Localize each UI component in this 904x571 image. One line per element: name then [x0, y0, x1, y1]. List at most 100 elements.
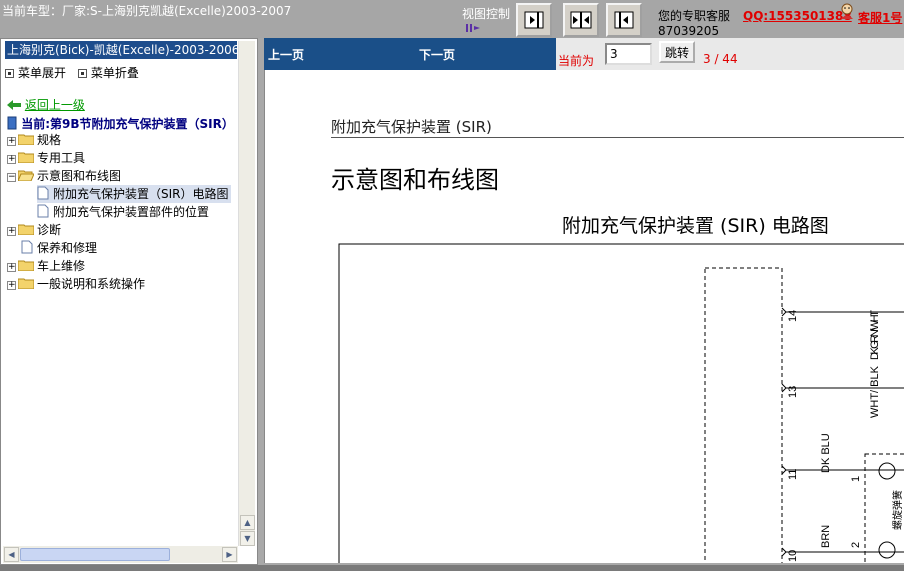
page-count: 3 / 44 [703, 52, 738, 66]
status-strip [0, 565, 904, 571]
wire-color-label: WHT/ BLK [869, 365, 881, 418]
tree-item-label: 保养和修理 [37, 241, 98, 255]
square-icon [5, 69, 14, 78]
tree-item-label: 附加充气保护装置部件的位置 [53, 205, 210, 219]
scroll-left-icon[interactable]: ◀ [4, 547, 19, 562]
clock-spring-pin: 2 [850, 542, 862, 548]
current-page-label: 当前为 [558, 54, 595, 68]
current-section-label: 当前:第9B节附加充气保护装置（SIR） [21, 117, 234, 131]
expand-plus-icon[interactable]: + [7, 137, 16, 146]
wire-color-label: DK GRN/ WHT [869, 310, 881, 360]
tree-item-label: 诊断 [37, 223, 62, 237]
tree-item-maintenance[interactable]: 保养和修理 [21, 239, 97, 257]
customer-service-icon [841, 3, 853, 19]
arrow-right-bar-icon [524, 11, 544, 29]
view-control-label: 视图控制 [462, 7, 511, 21]
view-control-icon [466, 24, 480, 32]
next-page-link[interactable]: 下一页 [419, 46, 455, 63]
vertical-scrollbar[interactable]: ▲ ▼ [238, 41, 255, 546]
wire-color-label: BRN [820, 525, 832, 548]
sidebar: 上海别克(Bick)-凯越(Excelle)-2003-2006年 菜单展开 菜… [0, 38, 258, 565]
tree-item-label: 一般说明和系统操作 [37, 277, 146, 291]
folder-icon [18, 152, 34, 163]
tree-item-label: 附加充气保护装置（SIR）电路图 [53, 187, 229, 201]
menu-expand-button[interactable]: 菜单展开 [5, 66, 66, 80]
coil-symbol [878, 462, 896, 480]
scroll-down-icon[interactable]: ▼ [240, 531, 255, 546]
book-icon [7, 116, 17, 130]
page-number-input[interactable] [605, 43, 652, 65]
tree-item-sir-locations[interactable]: 附加充气保护装置部件的位置 [37, 203, 209, 221]
document-icon [37, 204, 49, 218]
split-view-button[interactable] [563, 3, 599, 37]
tree-item-on-vehicle[interactable]: + 车上维修 [7, 257, 85, 275]
expand-left-panel-button[interactable] [606, 3, 642, 37]
document-icon [37, 186, 49, 200]
expand-plus-icon[interactable]: + [7, 155, 16, 164]
arrow-left-bar-icon [614, 11, 634, 29]
top-bar: 当前车型：厂家:S-上海别克凯越(Excelle)2003-2007 视图控制 … [0, 0, 904, 38]
tree-item-general[interactable]: + 一般说明和系统操作 [7, 275, 145, 293]
clock-spring-label: 螺旋弹簧 [891, 490, 904, 530]
tree-item-label: 示意图和布线图 [37, 169, 122, 183]
expand-plus-icon[interactable]: + [7, 281, 16, 290]
expand-right-panel-button[interactable] [516, 3, 552, 37]
service-phone: 87039205 [658, 24, 720, 38]
folder-icon [18, 260, 34, 271]
folder-icon [18, 224, 34, 235]
prev-page-link[interactable]: 上一页 [268, 46, 304, 63]
tree-item-label: 专用工具 [37, 151, 86, 165]
expand-plus-icon[interactable]: + [7, 263, 16, 272]
tree-item-diagnosis[interactable]: + 诊断 [7, 221, 61, 239]
tree-item-label: 车上维修 [37, 259, 86, 273]
service-info: 您的专职客服 87039205 [658, 9, 730, 39]
clock-spring-pin: 1 [850, 476, 862, 482]
diagram-frame [338, 243, 904, 563]
horizontal-scrollbar[interactable]: ◀ ▶ [3, 546, 238, 563]
coil-symbol [878, 541, 896, 559]
terminal-fork [781, 465, 787, 475]
jump-button[interactable]: 跳转 [659, 41, 695, 63]
menu-collapse-button[interactable]: 菜单折叠 [77, 66, 139, 80]
pin-number: 10 [787, 550, 799, 562]
tree-item-label: 规格 [37, 133, 62, 147]
wire-color-label: DK BLU [820, 433, 832, 473]
tree-item-specs[interactable]: + 规格 [7, 131, 61, 149]
sir-circuit-diagram: 14 13 11 10 DK GRN/ WHT WHT/ BLK DK BLU … [338, 243, 904, 563]
back-link-label: 返回上一级 [24, 98, 85, 112]
pin-number: 14 [787, 310, 799, 322]
menu-collapse-label: 菜单折叠 [90, 66, 139, 80]
page-heading: 示意图和布线图 [331, 166, 499, 194]
folder-icon [18, 134, 34, 145]
customer-service-link[interactable]: 客服1号 [858, 9, 902, 26]
menu-expand-label: 菜单展开 [18, 66, 67, 80]
collapse-minus-icon[interactable]: − [7, 173, 16, 182]
scroll-thumb[interactable] [20, 548, 170, 561]
scroll-up-icon[interactable]: ▲ [240, 515, 255, 530]
tree-item-diagrams[interactable]: − 示意图和布线图 [7, 167, 121, 185]
expand-plus-icon[interactable]: + [7, 227, 16, 236]
split-arrows-icon [570, 11, 592, 29]
terminal-fork [781, 307, 787, 317]
tree-item-special-tools[interactable]: + 专用工具 [7, 149, 85, 167]
menu-controls: 菜单展开 菜单折叠 [5, 64, 147, 81]
current-section: 当前:第9B节附加充气保护装置（SIR） [7, 115, 234, 132]
qq-link[interactable]: QQ:1553501388 [743, 9, 852, 23]
document-viewer: 附加充气保护装置 (SIR) 示意图和布线图 附加充气保护装置 (SIR) 电路… [264, 70, 904, 563]
folder-open-icon [18, 170, 34, 181]
back-link[interactable]: 返回上一级 [7, 96, 85, 113]
tree-item-sir-circuit[interactable]: 附加充气保护装置（SIR）电路图 [37, 185, 231, 203]
pin-number: 13 [787, 386, 799, 398]
document-icon [21, 240, 33, 254]
terminal-fork [781, 383, 787, 393]
section-title: 附加充气保护装置 (SIR) [331, 118, 492, 136]
square-icon [77, 69, 87, 78]
folder-icon [18, 278, 34, 289]
pin-number: 11 [787, 469, 799, 480]
connector-box [704, 267, 783, 563]
scroll-right-icon[interactable]: ▶ [222, 547, 237, 562]
page-jump-area: 当前为 跳转 3 / 44 [556, 38, 904, 70]
sidebar-title: 上海别克(Bick)-凯越(Excelle)-2003-2006年 [5, 41, 237, 59]
back-arrow-icon [7, 100, 21, 110]
service-label: 您的专职客服 [658, 9, 731, 23]
